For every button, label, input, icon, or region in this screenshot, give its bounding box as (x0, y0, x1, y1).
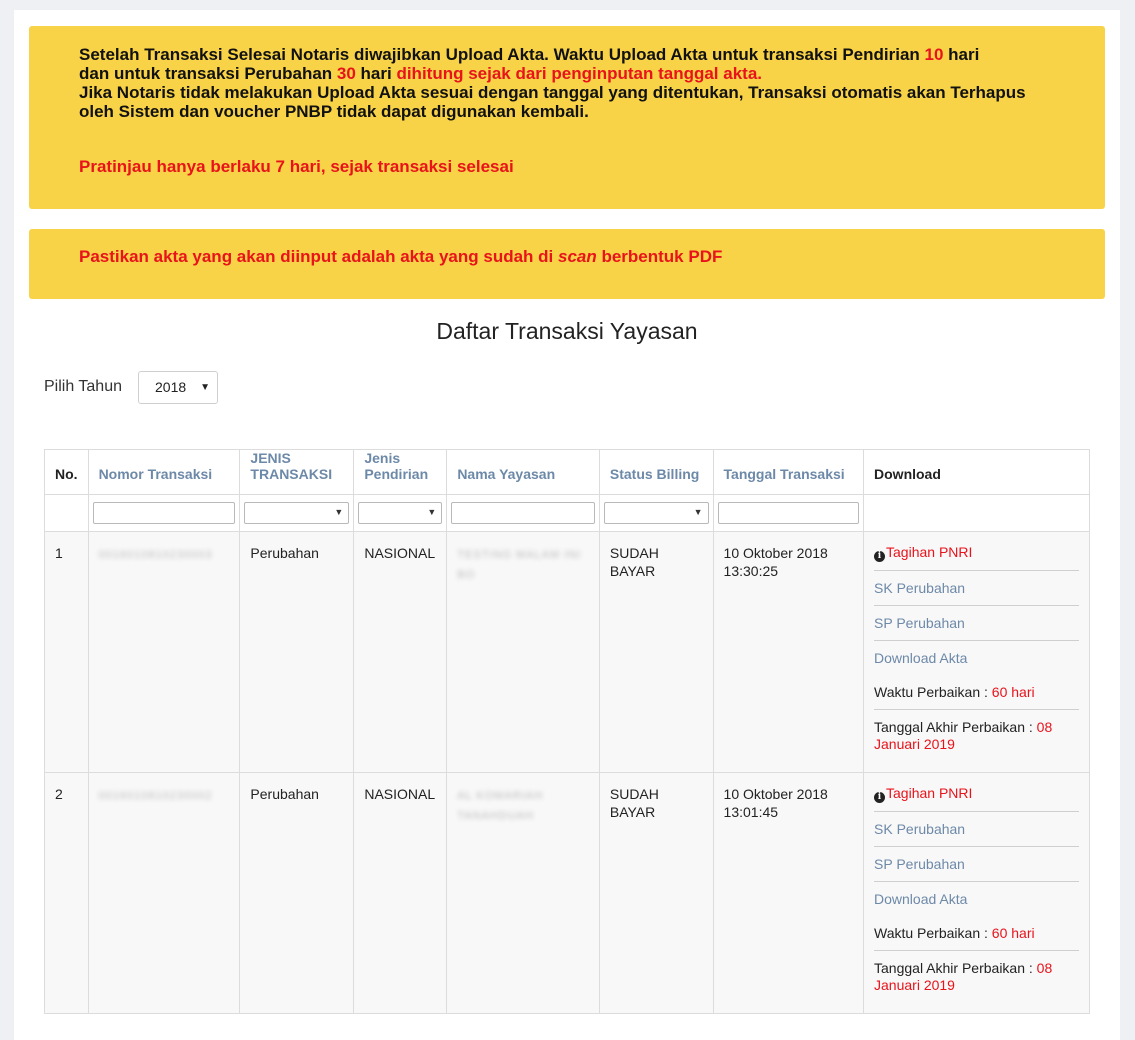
sk-perubahan-link[interactable]: SK Perubahan (874, 821, 1079, 847)
col-nomor-transaksi[interactable]: Nomor Transaksi (87, 449, 241, 495)
col-download: Download (863, 449, 1090, 495)
cell-nomor: 0016010810230002 (87, 772, 241, 1014)
tagihan-pnri-link[interactable]: i Tagihan PNRI (874, 785, 1079, 812)
alert-text: Setelah Transaksi Selesai Notaris diwaji… (79, 45, 1026, 121)
transaction-table: No. Nomor Transaksi JENIS TRANSAKSI Jenis… (44, 449, 1090, 1014)
table-row: 1 0016010810230003 Perubahan NASIONAL TE… (44, 531, 1090, 773)
tagihan-pnri-link[interactable]: i Tagihan PNRI (874, 544, 1079, 571)
info-icon: i (874, 551, 886, 562)
cell-pendirian: NASIONAL (353, 772, 448, 1014)
cell-jenis: Perubahan (239, 531, 355, 773)
cell-tanggal: 10 Oktober 2018 13:01:45 (712, 772, 865, 1014)
filter-nama-input[interactable] (451, 502, 595, 524)
filter-nomor-input[interactable] (92, 502, 236, 524)
cell-nomor: 0016010810230003 (87, 531, 241, 773)
waktu-perbaikan: Waktu Perbaikan : 60 hari (874, 925, 1079, 951)
header-row: No. Nomor Transaksi JENIS TRANSAKSI Jenis… (44, 449, 1090, 495)
waktu-perbaikan: Waktu Perbaikan : 60 hari (874, 684, 1079, 710)
filter-tanggal-input[interactable] (717, 502, 860, 524)
info-icon: i (874, 792, 886, 803)
chevron-down-icon: ▼ (427, 507, 437, 517)
filter-pendirian-select[interactable]: ▼ (358, 502, 443, 524)
cell-nama: TESTING MALAM INI BO (446, 531, 600, 773)
cell-pendirian: NASIONAL (353, 531, 448, 773)
year-filter-label: Pilih Tahun (44, 378, 122, 395)
col-no[interactable]: No. (44, 449, 89, 495)
sp-perubahan-link[interactable]: SP Perubahan (874, 856, 1079, 882)
page-title: Daftar Transaksi Yayasan (436, 318, 698, 344)
col-jenis-pendirian[interactable]: Jenis Pendirian (353, 449, 448, 495)
upload-deadline-alert: Setelah Transaksi Selesai Notaris diwaji… (29, 26, 1105, 209)
chevron-down-icon: ▼ (693, 507, 703, 517)
cell-status: SUDAH BAYAR (598, 531, 714, 773)
tanggal-akhir-perbaikan: Tanggal Akhir Perbaikan : 08 Januari 2019 (874, 719, 1053, 752)
col-status-billing[interactable]: Status Billing (598, 449, 714, 495)
year-select[interactable]: 2018 ▼ (138, 371, 218, 404)
col-nama-yayasan[interactable]: Nama Yayasan (446, 449, 600, 495)
cell-status: SUDAH BAYAR (598, 772, 714, 1014)
download-akta-link[interactable]: Download Akta (874, 650, 1079, 675)
sp-perubahan-link[interactable]: SP Perubahan (874, 615, 1079, 641)
preview-note: Pratinjau hanya berlaku 7 hari, sejak tr… (79, 157, 514, 176)
page-container: Setelah Transaksi Selesai Notaris diwaji… (14, 10, 1120, 1040)
table-row: 2 0016010810230002 Perubahan NASIONAL AL… (44, 772, 1090, 1014)
cell-download: i Tagihan PNRI SK Perubahan SP Perubahan … (863, 772, 1090, 1014)
tanggal-akhir-perbaikan: Tanggal Akhir Perbaikan : 08 Januari 2019 (874, 960, 1053, 993)
filter-jenis-select[interactable]: ▼ (244, 502, 350, 524)
filter-row: ▼ ▼ ▼ (44, 494, 1090, 532)
cell-no: 2 (44, 772, 89, 1014)
cell-nama: AL KOMARIAH TANAHDUAH (446, 772, 600, 1014)
cell-jenis: Perubahan (239, 772, 355, 1014)
download-akta-link[interactable]: Download Akta (874, 891, 1079, 916)
sk-perubahan-link[interactable]: SK Perubahan (874, 580, 1079, 606)
chevron-down-icon: ▼ (334, 507, 344, 517)
pdf-scan-alert: Pastikan akta yang akan diinput adalah a… (29, 229, 1105, 299)
cell-download: i Tagihan PNRI SK Perubahan SP Perubahan … (863, 531, 1090, 773)
filter-status-select[interactable]: ▼ (603, 502, 709, 524)
col-jenis-transaksi[interactable]: JENIS TRANSAKSI (239, 449, 355, 495)
chevron-down-icon: ▼ (200, 382, 210, 393)
cell-tanggal: 10 Oktober 2018 13:30:25 (712, 531, 865, 773)
cell-no: 1 (44, 531, 89, 773)
col-tanggal-transaksi[interactable]: Tanggal Transaksi (712, 449, 865, 495)
